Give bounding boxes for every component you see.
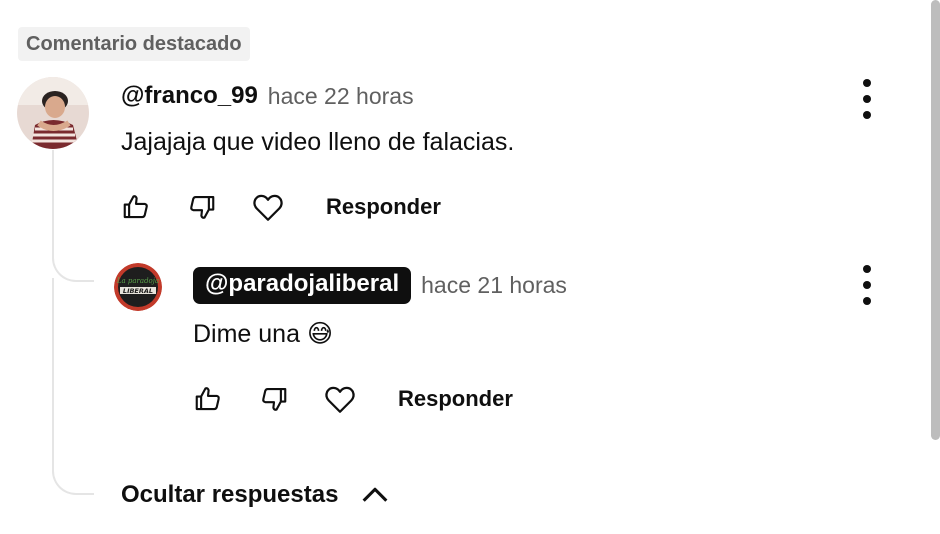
like-icon	[123, 195, 148, 219]
avatar-paradojaliberal[interactable]: La paradoja LIBERAL	[114, 263, 162, 311]
chevron-up-icon	[363, 487, 388, 502]
hide-replies-label: Ocultar respuestas	[121, 481, 339, 508]
scrollbar-thumb[interactable]	[931, 0, 940, 440]
comment-text: Jajajaja que video lleno de falacias.	[121, 128, 515, 156]
heart-button[interactable]	[250, 189, 286, 225]
comment-author[interactable]: @franco_99	[121, 82, 258, 110]
reply-text: Dime una 😅	[193, 320, 334, 348]
like-button[interactable]	[118, 189, 154, 225]
dislike-button[interactable]	[184, 189, 220, 225]
comment-header: @franco_99 hace 22 horas	[121, 82, 414, 110]
avatar-text-bottom: LIBERAL	[123, 287, 153, 295]
reply-like-button[interactable]	[190, 381, 226, 417]
reply-header: @paradojaliberal hace 21 horas	[193, 267, 567, 304]
more-vert-icon	[863, 79, 871, 87]
comment-time[interactable]: hace 22 horas	[268, 83, 414, 110]
reply-button[interactable]: Responder	[326, 194, 441, 220]
avatar-text-top: La paradoja	[116, 277, 159, 285]
thread-line	[52, 150, 94, 282]
heart-icon	[253, 194, 283, 221]
reply-heart-button[interactable]	[322, 381, 358, 417]
reply-reply-button[interactable]: Responder	[398, 386, 513, 412]
comment-actions: Responder	[118, 189, 441, 225]
comment-more-button[interactable]	[857, 77, 877, 121]
more-vert-icon	[863, 265, 871, 273]
heart-icon	[325, 386, 355, 413]
hide-replies-button[interactable]: Ocultar respuestas	[121, 478, 392, 512]
dislike-icon	[190, 195, 215, 219]
reply-more-button[interactable]	[857, 263, 877, 307]
like-icon	[195, 387, 220, 411]
reply-dislike-button[interactable]	[256, 381, 292, 417]
featured-comment-badge: Comentario destacado	[18, 27, 250, 61]
dislike-icon	[262, 387, 287, 411]
reply-actions: Responder	[190, 381, 513, 417]
reply-author-creator[interactable]: @paradojaliberal	[193, 267, 412, 304]
avatar-franco[interactable]	[17, 77, 89, 149]
reply-time[interactable]: hace 21 horas	[421, 272, 567, 299]
thread-line-hide	[52, 278, 94, 495]
